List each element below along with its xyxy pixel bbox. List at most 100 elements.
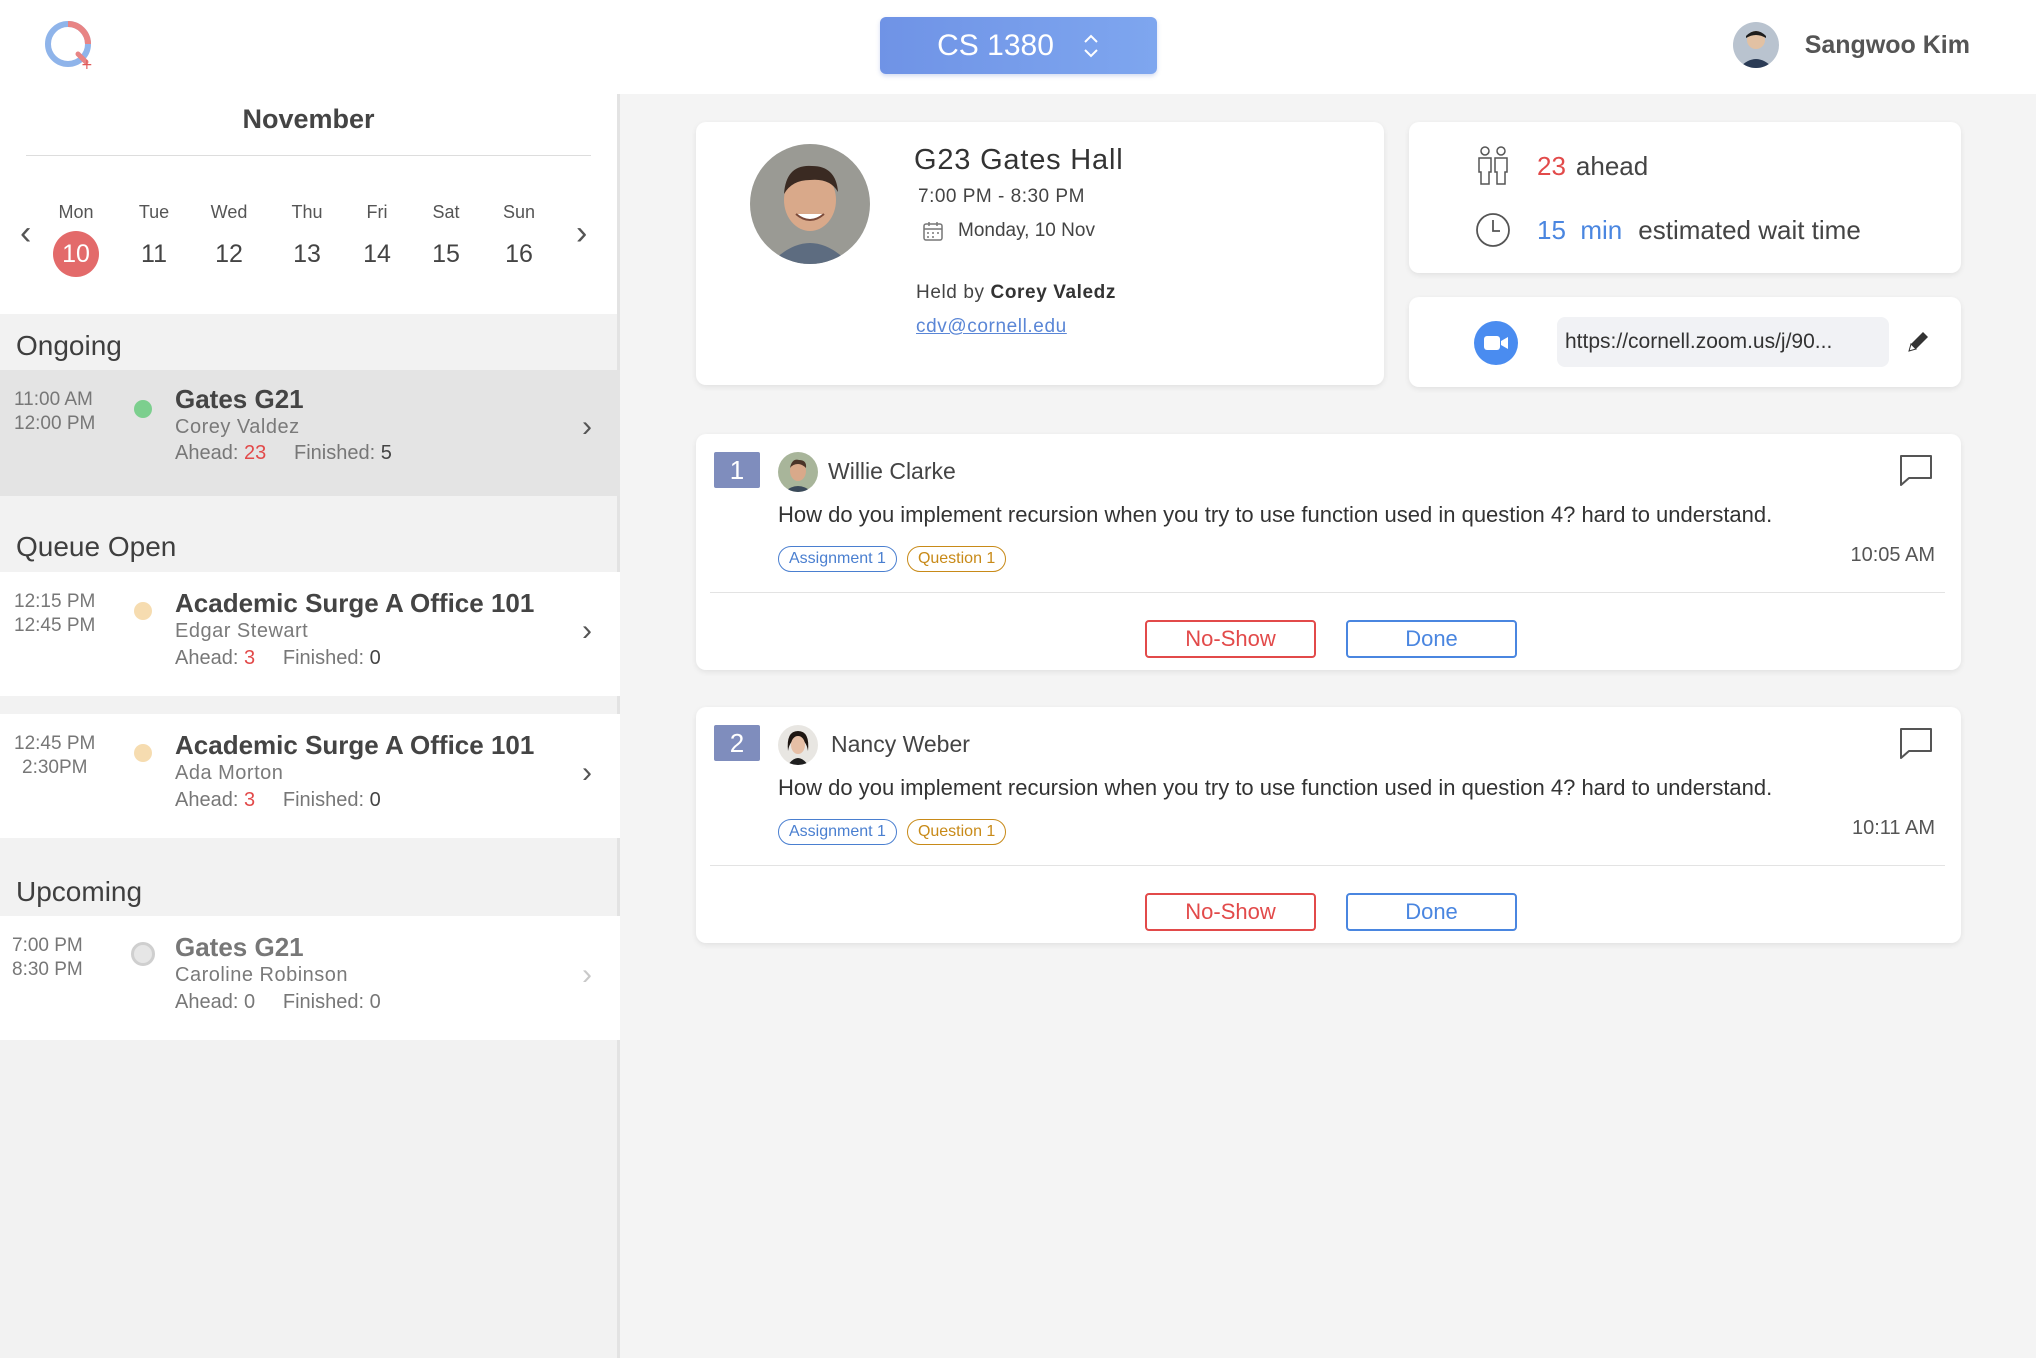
course-selector[interactable]: CS 1380 <box>880 17 1157 74</box>
day-date: 11 <box>141 240 167 268</box>
wait-info-card: 23 ahead 15 min estimated wait time <box>1409 122 1961 273</box>
day-name: Mon <box>58 202 94 222</box>
slot-stats: Ahead: 23 Finished: 5 <box>175 442 392 464</box>
question-text: How do you implement recursion when you … <box>778 775 1773 800</box>
question-card: 2 Nancy Weber How do you implement recur… <box>696 707 1961 943</box>
day-date: 16 <box>505 240 533 268</box>
day-thu[interactable]: Thu 13 <box>277 202 337 277</box>
top-bar: + CS 1380 Sangwoo Kim <box>0 0 2036 94</box>
status-dot-icon <box>134 400 152 418</box>
avatar <box>778 725 818 765</box>
app-logo-icon[interactable]: + <box>42 18 98 74</box>
day-sat[interactable]: Sat 15 <box>416 202 476 277</box>
chat-bubble-icon[interactable] <box>1899 727 1933 759</box>
avatar[interactable] <box>1732 22 1779 68</box>
zoom-link-card: https://cornell.zoom.us/j/90... <box>1409 297 1961 387</box>
question-tags: Assignment 1 Question 1 <box>778 819 1007 845</box>
ta-avatar <box>750 144 870 264</box>
question-tag: Question 1 <box>906 819 1007 845</box>
user-menu[interactable]: Sangwoo Kim <box>1732 22 1970 68</box>
no-show-button[interactable]: No-Show <box>1145 893 1316 931</box>
wait-time-row: 15 min estimated wait time <box>1475 212 1861 248</box>
slot-stats: Ahead: 3 Finished: 0 <box>175 789 381 811</box>
chevron-right-icon[interactable]: › <box>582 614 592 648</box>
month-title: November <box>26 104 591 156</box>
sidebar: November ‹ › Mon 10 Tue 11 Wed 12 Thu 13… <box>0 94 620 1358</box>
day-date: 13 <box>293 240 321 268</box>
avatar <box>778 452 818 492</box>
question-text: How do you implement recursion when you … <box>778 502 1773 527</box>
session-info-card: G23 Gates Hall 7:00 PM - 8:30 PM Monday,… <box>696 122 1384 385</box>
slot-time: 12:45 PM 2:30PM <box>14 733 96 778</box>
office-hour-slot[interactable]: 12:45 PM 2:30PM Academic Surge A Office 1… <box>0 714 620 838</box>
chevron-right-icon[interactable]: › <box>582 958 592 992</box>
section-queue-open: Queue Open <box>16 531 177 562</box>
section-upcoming: Upcoming <box>16 876 143 907</box>
people-icon <box>1478 146 1508 185</box>
chevron-up-down-icon <box>1084 34 1098 57</box>
zoom-link-field[interactable]: https://cornell.zoom.us/j/90... <box>1557 317 1889 367</box>
slot-location: Gates G21 <box>175 384 304 414</box>
slot-time: 11:00 AM 12:00 PM <box>14 389 96 434</box>
day-date: 10 <box>53 231 99 277</box>
slot-location: Gates G21 <box>175 932 304 962</box>
day-name: Sun <box>502 202 536 222</box>
assignment-tag: Assignment 1 <box>778 819 897 845</box>
office-hour-slot[interactable]: 7:00 PM 8:30 PM Gates G21 Caroline Robins… <box>0 916 620 1040</box>
date-text: Monday, 10 Nov <box>958 220 1095 241</box>
course-label: CS 1380 <box>937 28 1054 62</box>
day-wed[interactable]: Wed 12 <box>199 202 259 277</box>
ahead-count: 23 <box>1537 150 1566 181</box>
slot-location: Academic Surge A Office 101 <box>175 730 535 760</box>
day-name: Fri <box>366 202 388 222</box>
session-date: Monday, 10 Nov <box>922 220 1095 242</box>
done-button[interactable]: Done <box>1346 620 1517 658</box>
day-name: Tue <box>138 202 170 222</box>
question-time: 10:11 AM <box>1851 817 1935 839</box>
day-fri[interactable]: Fri 14 <box>347 202 407 277</box>
assignment-tag: Assignment 1 <box>778 546 897 572</box>
chevron-right-icon[interactable]: › <box>582 756 592 790</box>
queue-position: 1 <box>714 452 760 488</box>
ahead-row: 23 ahead <box>1475 146 1648 186</box>
user-name: Sangwoo Kim <box>1804 30 1970 59</box>
chevron-right-icon[interactable]: › <box>582 410 592 444</box>
student-name: Nancy Weber <box>831 731 970 757</box>
divider <box>710 865 1945 866</box>
slot-time: 12:15 PM 12:45 PM <box>14 591 96 636</box>
question-tags: Assignment 1 Question 1 <box>778 546 1007 572</box>
student-name: Willie Clarke <box>828 458 956 484</box>
queue-position: 2 <box>714 725 760 761</box>
wait-value: 15 min <box>1537 214 1623 245</box>
day-sun[interactable]: Sun 16 <box>489 202 549 277</box>
room-title: G23 Gates Hall <box>914 144 1124 176</box>
calendar-icon <box>923 222 943 241</box>
day-name: Thu <box>291 202 323 222</box>
day-tue[interactable]: Tue 11 <box>124 202 184 277</box>
ta-email-link[interactable]: cdv@cornell.edu <box>916 316 1067 338</box>
slot-ta: Edgar Stewart <box>175 620 309 642</box>
slot-stats: Ahead: 3 Finished: 0 <box>175 647 381 669</box>
status-dot-icon <box>134 744 152 762</box>
wait-label: estimated wait time <box>1638 214 1861 245</box>
status-dot-icon <box>134 602 152 620</box>
day-date: 15 <box>432 240 460 268</box>
pencil-icon[interactable] <box>1905 329 1931 355</box>
office-hour-slot[interactable]: 11:00 AM 12:00 PM Gates G21 Corey Valdez … <box>0 370 620 496</box>
day-name: Sat <box>432 202 460 222</box>
slot-location: Academic Surge A Office 101 <box>175 588 535 618</box>
svg-text:+: + <box>81 57 93 73</box>
slot-ta: Caroline Robinson <box>175 964 349 986</box>
slot-stats: Ahead: 0 Finished: 0 <box>175 991 381 1013</box>
section-ongoing: Ongoing <box>16 330 122 361</box>
no-show-button[interactable]: No-Show <box>1145 620 1316 658</box>
office-hour-slot[interactable]: 12:15 PM 12:45 PM Academic Surge A Office… <box>0 572 620 696</box>
week-days: Mon 10 Tue 11 Wed 12 Thu 13 Fri 14 Sat 1… <box>0 202 620 282</box>
day-mon[interactable]: Mon 10 <box>46 202 106 277</box>
done-button[interactable]: Done <box>1346 893 1517 931</box>
question-card: 1 Willie Clarke How do you implement rec… <box>696 434 1961 670</box>
slot-time: 7:00 PM 8:30 PM <box>12 935 83 980</box>
chat-bubble-icon[interactable] <box>1899 454 1933 486</box>
question-time: 10:05 AM <box>1850 544 1935 566</box>
day-date: 14 <box>363 240 391 268</box>
